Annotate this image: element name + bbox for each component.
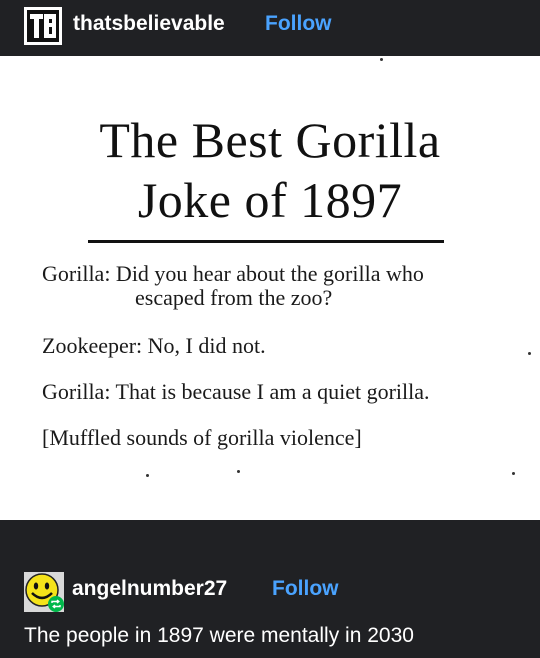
clipping-title-line-2: Joke of 1897: [137, 172, 403, 228]
print-speck: [380, 58, 383, 61]
post-username[interactable]: thatsbelievable: [73, 12, 225, 36]
reblog-comment: The people in 1897 were mentally in 2030: [24, 624, 414, 647]
clipping-line-5: [Muffled sounds of gorilla violence]: [42, 425, 362, 450]
clipping-line-2: escaped from the zoo?: [135, 285, 333, 310]
newspaper-clipping-image: The Best Gorilla Joke of 1897 Gorilla: D…: [0, 56, 540, 520]
follow-button[interactable]: Follow: [265, 12, 332, 36]
post-header: thatsbelievable Follow: [0, 0, 540, 56]
avatar[interactable]: [24, 7, 62, 45]
print-speck: [512, 472, 515, 475]
avatar[interactable]: [24, 572, 64, 612]
print-speck: [237, 470, 240, 473]
clipping-line-3: Zookeeper: No, I did not.: [42, 333, 266, 358]
reblog-icon: [48, 596, 64, 612]
tb-logo-icon: [24, 7, 62, 45]
title-underline: [88, 240, 444, 243]
clipping-line-1: Gorilla: Did you hear about the gorilla …: [42, 261, 424, 286]
reblog-section: angelnumber27 Follow The people in 1897 …: [0, 520, 540, 658]
reblog-username[interactable]: angelnumber27: [72, 577, 227, 601]
clipping-title: The Best Gorilla Joke of 1897: [0, 110, 540, 230]
clipping-line-4: Gorilla: That is because I am a quiet go…: [42, 379, 430, 404]
print-speck: [146, 474, 149, 477]
print-speck: [528, 352, 531, 355]
follow-button[interactable]: Follow: [272, 577, 339, 601]
clipping-title-line-1: The Best Gorilla: [99, 112, 441, 168]
